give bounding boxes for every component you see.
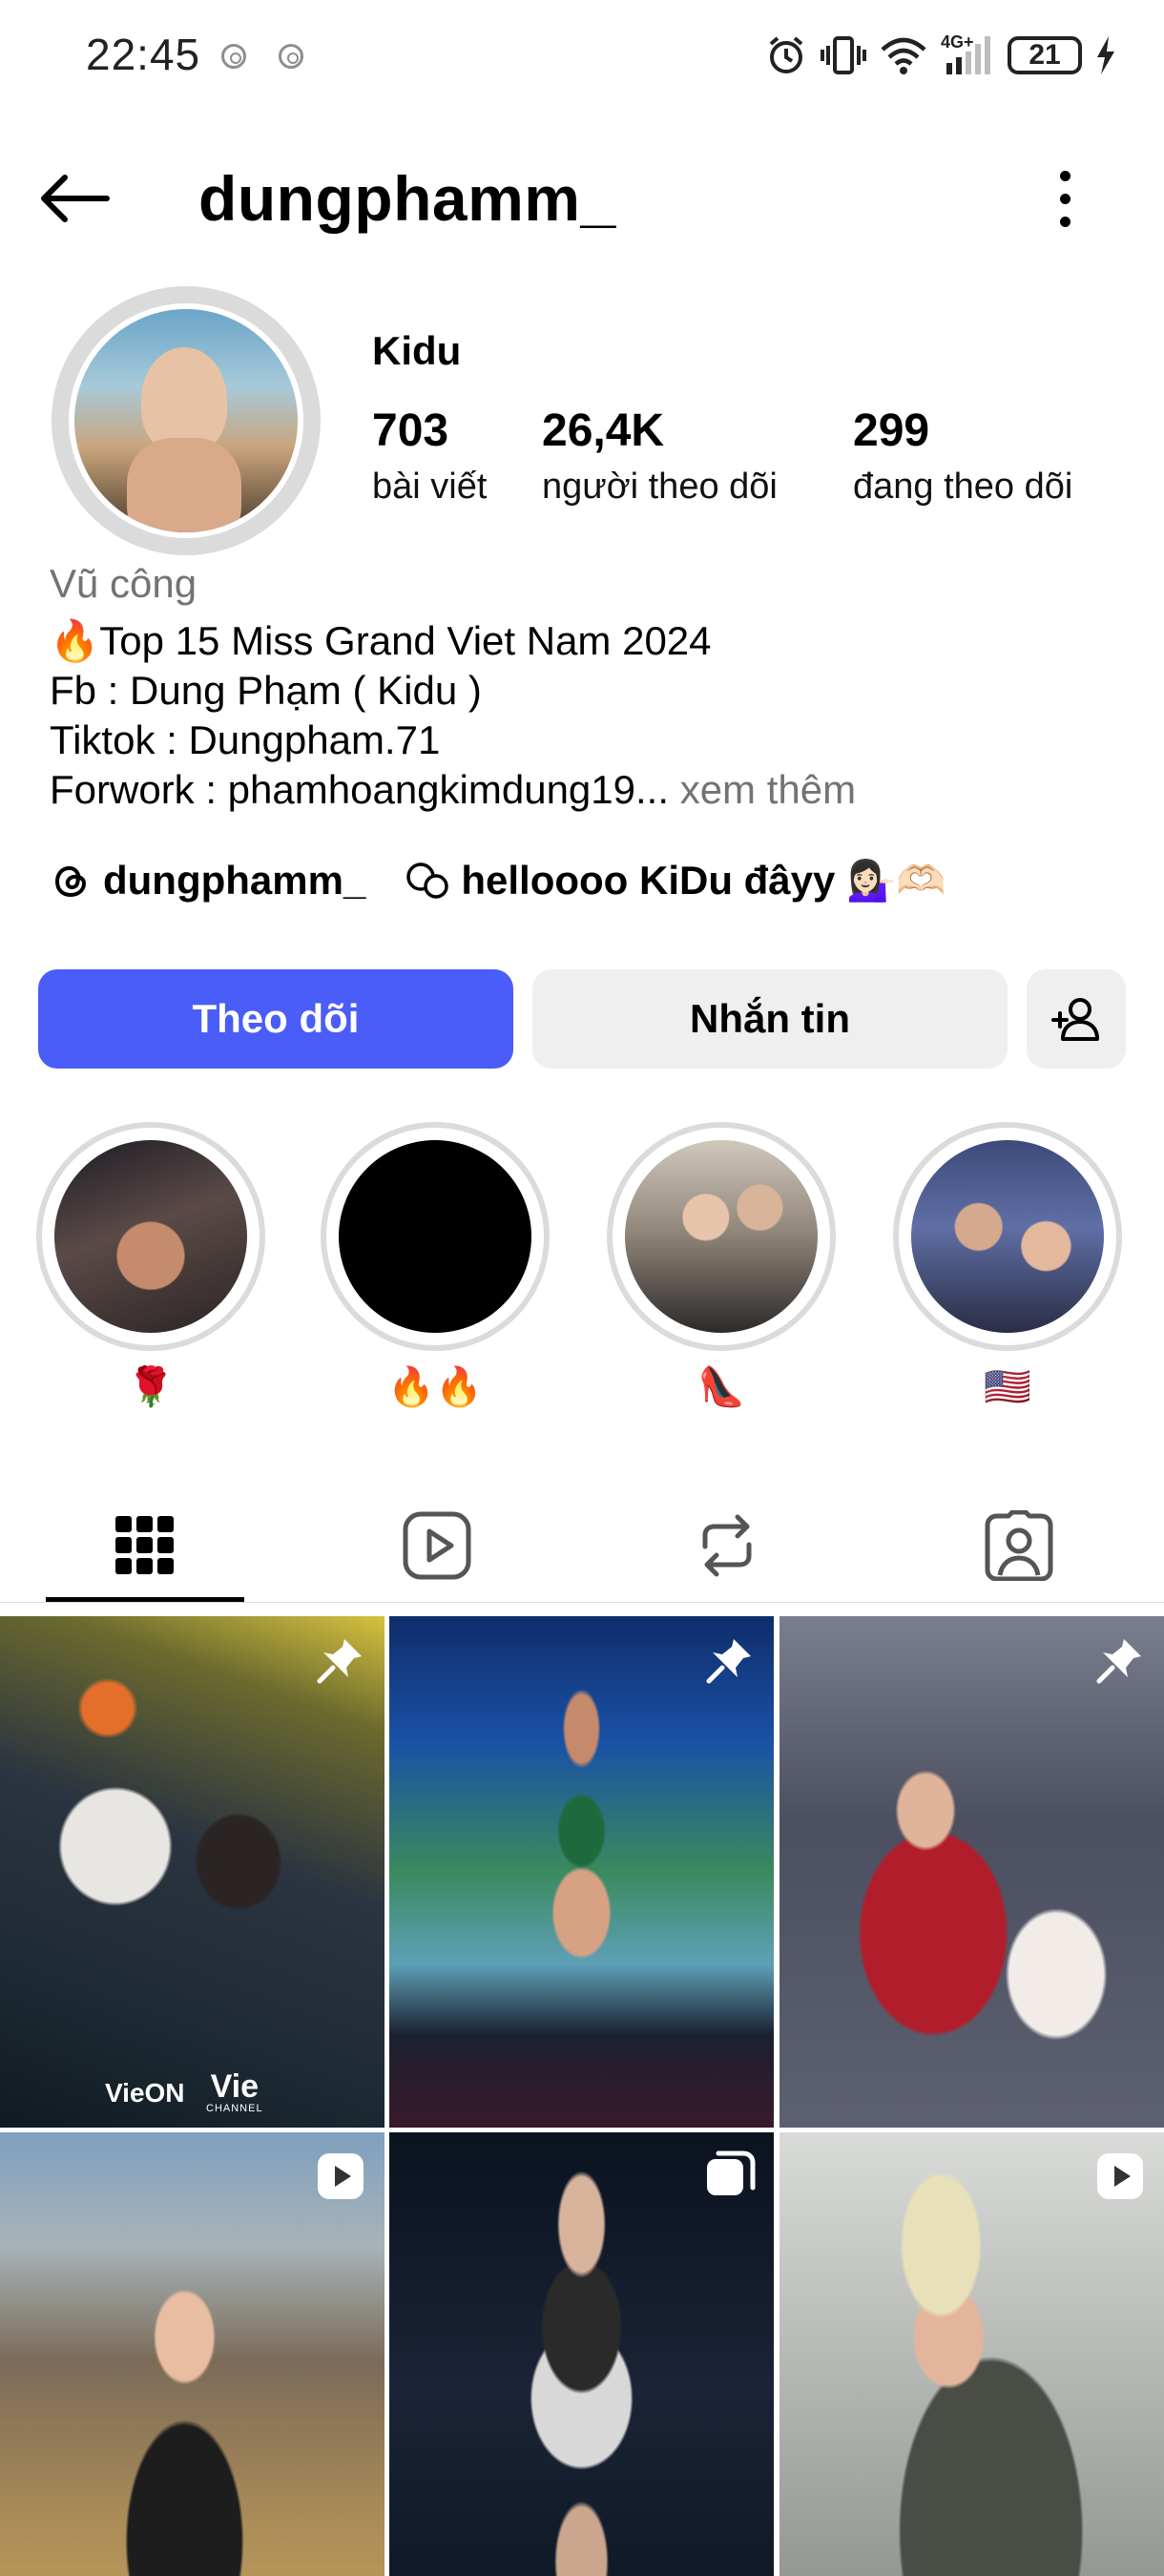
- highlight-inner: [613, 1128, 830, 1345]
- arrow-left-icon: [41, 175, 110, 222]
- highlight-inner: [42, 1128, 260, 1345]
- charging-icon: [1097, 36, 1114, 74]
- grid-icon: [115, 1516, 174, 1574]
- page-title: dungphamm_: [198, 163, 616, 234]
- pin-icon: [1093, 1633, 1147, 1687]
- notification-icon: [279, 44, 303, 69]
- post-thumbnail[interactable]: [0, 2132, 385, 2576]
- status-bar: 22:45 4G+ 21: [0, 0, 1164, 114]
- profile-display-name: Kidu: [372, 328, 462, 373]
- highlight-label: 👠: [697, 1366, 745, 1408]
- back-button[interactable]: [38, 168, 114, 229]
- highlight-ring: [321, 1122, 550, 1351]
- highlight-cover: [911, 1140, 1104, 1333]
- post-thumbnail[interactable]: [389, 1616, 774, 2128]
- highlight-inner: [899, 1128, 1116, 1345]
- highlight-label: 🔥🔥: [387, 1366, 483, 1408]
- bio-line: Forwork : phamhoangkimdung19...: [50, 767, 670, 812]
- highlight-cover: [625, 1140, 818, 1333]
- tagged-icon: [985, 1510, 1053, 1581]
- status-time: 22:45: [86, 30, 201, 79]
- bio-line: 🔥Top 15 Miss Grand Viet Nam 2024: [50, 618, 712, 663]
- post-thumbnail[interactable]: [389, 2132, 774, 2576]
- profile-bio[interactable]: 🔥Top 15 Miss Grand Viet Nam 2024 Fb : Du…: [50, 616, 856, 815]
- post-thumbnail[interactable]: [779, 1616, 1164, 2128]
- profile-category: Vũ công: [50, 561, 197, 606]
- more-dot: [1059, 193, 1070, 204]
- tab-posts-grid[interactable]: [48, 1488, 242, 1603]
- reel-icon: [1093, 2150, 1147, 2203]
- avatar: [69, 303, 303, 538]
- alarm-icon: [769, 36, 803, 73]
- signal-icon: 4G+: [941, 32, 994, 76]
- highlight-ring: [36, 1122, 265, 1351]
- highlight-label: 🌹: [127, 1366, 175, 1408]
- stat-value: 26,4K: [542, 405, 665, 456]
- stat-label: đang theo dõi: [853, 467, 1073, 507]
- stat-label: bài viết: [372, 467, 488, 507]
- note-bubble-icon: [406, 862, 449, 899]
- battery-indicator: 21: [1008, 36, 1082, 74]
- bio-line-last: Forwork : phamhoangkimdung19... xem thêm: [50, 765, 856, 815]
- message-button[interactable]: Nhắn tin: [532, 969, 1008, 1069]
- vie-channel-logo-text: Vie: [210, 2068, 259, 2105]
- see-more-link[interactable]: xem thêm: [680, 767, 856, 812]
- followers-count[interactable]: 26,4K người theo dõi: [542, 405, 778, 508]
- wifi-icon: [881, 37, 926, 74]
- highlight-cover: [54, 1140, 247, 1333]
- story-highlight[interactable]: 🌹: [36, 1122, 265, 1412]
- posts-count[interactable]: 703 bài viết: [372, 405, 487, 508]
- stat-label: người theo dõi: [542, 467, 778, 507]
- carousel-icon: [703, 2150, 757, 2203]
- threads-icon: [54, 865, 87, 898]
- suggested-users-button[interactable]: [1027, 969, 1126, 1069]
- vie-channel-logo: Vie CHANNEL: [206, 2070, 263, 2114]
- profile-links-row: dungphamm_ helloooo KiDu đâyy 💁🏻‍♀️🫶🏻: [50, 851, 946, 910]
- highlight-ring: [607, 1122, 836, 1351]
- tab-tagged[interactable]: [922, 1488, 1116, 1603]
- stat-value: 703: [372, 405, 449, 456]
- profile-tabs: [0, 1488, 1164, 1603]
- highlight-inner: [326, 1128, 544, 1345]
- vibrate-icon: [821, 36, 866, 74]
- bio-line: Fb : Dung Phạm ( Kidu ): [50, 668, 482, 713]
- pin-icon: [703, 1633, 757, 1687]
- more-options-button[interactable]: [1046, 164, 1084, 233]
- profile-note[interactable]: helloooo KiDu đâyy 💁🏻‍♀️🫶🏻: [461, 858, 946, 904]
- status-icons: 4G+ 21: [765, 29, 1116, 82]
- repost-icon: [702, 1514, 752, 1577]
- post-thumbnail[interactable]: [779, 2132, 1164, 2576]
- vie-channel-logo-sub: CHANNEL: [206, 2103, 263, 2114]
- notification-icon: [221, 44, 246, 69]
- follow-button[interactable]: Theo dõi: [38, 969, 513, 1069]
- reel-icon: [314, 2150, 367, 2203]
- highlight-label: 🇺🇸: [984, 1366, 1031, 1408]
- highlight-ring: [893, 1122, 1122, 1351]
- more-dot: [1059, 216, 1070, 227]
- story-highlight[interactable]: 🇺🇸: [893, 1122, 1122, 1412]
- highlight-cover: [339, 1140, 531, 1333]
- tab-reposts[interactable]: [630, 1488, 824, 1603]
- more-vertical-icon: [1059, 170, 1070, 181]
- following-count[interactable]: 299 đang theo dõi: [853, 405, 1072, 508]
- reels-icon: [403, 1511, 471, 1580]
- tabs-divider: [0, 1602, 1164, 1603]
- pin-icon: [314, 1633, 367, 1687]
- stat-value: 299: [853, 405, 930, 456]
- threads-link[interactable]: dungphamm_: [103, 858, 365, 904]
- vieon-logo: VieON: [105, 2078, 185, 2108]
- bio-line: Tiktok : Dungpham.71: [50, 717, 441, 762]
- add-user-icon: [1051, 998, 1099, 1041]
- avatar-story-ring[interactable]: [52, 286, 321, 555]
- tab-reels[interactable]: [340, 1488, 534, 1603]
- story-highlight[interactable]: 👠: [607, 1122, 836, 1412]
- story-highlight[interactable]: 🔥🔥: [321, 1122, 550, 1412]
- post-thumbnail[interactable]: VieON Vie CHANNEL: [0, 1616, 385, 2128]
